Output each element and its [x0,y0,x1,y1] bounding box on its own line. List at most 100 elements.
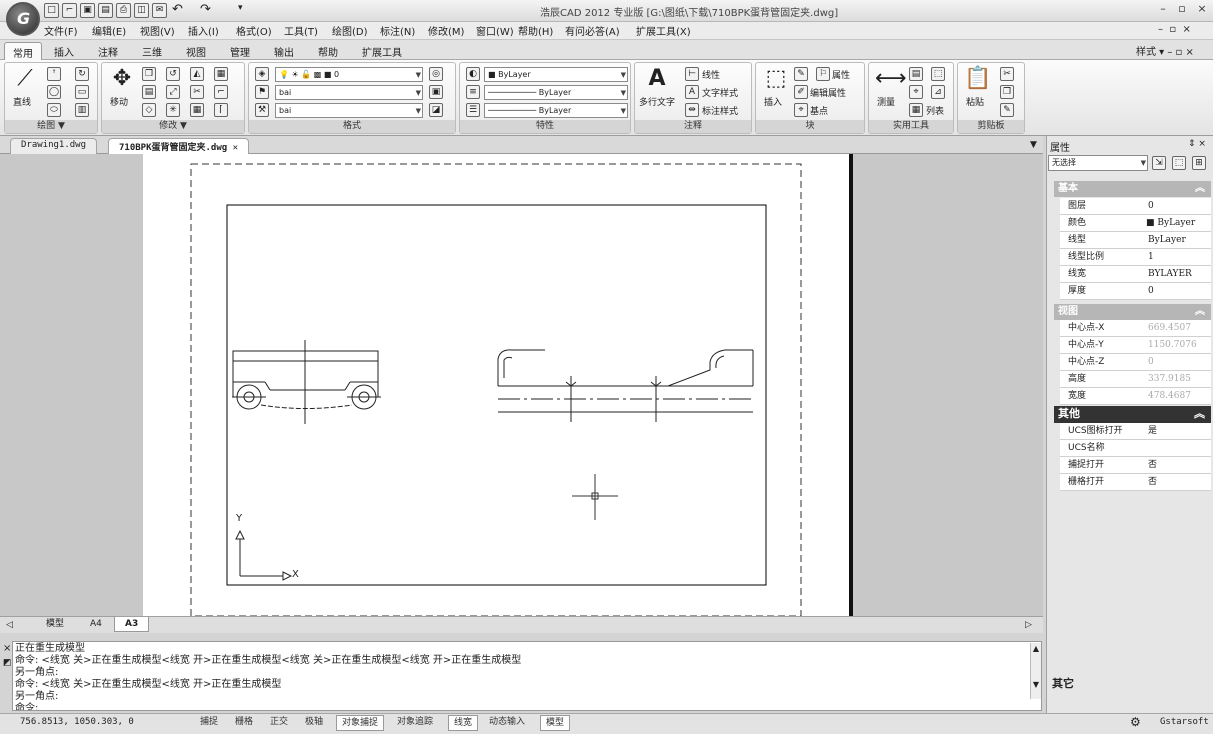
circle-icon[interactable]: ◯ [47,85,61,99]
prop-row[interactable]: 捕捉打开否 [1060,457,1211,474]
dim-style-icon[interactable]: ⇹ [685,103,699,117]
doc-tab-active[interactable]: 710BPK蛋背管固定夹.dwg ✕ [108,138,250,154]
ribbon-style-selector[interactable]: 样式 ▾ – ▫ × [1136,43,1194,58]
line-label[interactable]: 直线 [13,95,31,108]
prop-row[interactable]: UCS图标打开是 [1060,423,1211,440]
basepoint-label[interactable]: 基点 [810,104,828,117]
prop-row[interactable]: UCS名称 [1060,440,1211,457]
app-logo-icon[interactable]: G [6,2,40,36]
line-icon[interactable]: ⟋ [11,65,39,93]
offset-icon[interactable]: ▦ [190,103,204,117]
select-objects-icon[interactable]: ⬚ [1172,156,1186,170]
tab-home[interactable]: 常用 [4,42,42,60]
linetype-icon[interactable]: ≡ [466,85,480,99]
publish-icon[interactable]: ✉ [152,3,167,18]
attribute-icon[interactable]: ⚐ [816,67,830,81]
polyline-icon[interactable]: ꜛ [47,67,61,81]
panel-modify-title[interactable]: 修改 ▼ [102,120,244,133]
menu-dimension[interactable]: 标注(N) [380,23,415,38]
stretch-icon[interactable]: ▤ [142,85,156,99]
command-options-icon[interactable]: ◩ [3,658,12,668]
section-view-header[interactable]: 视图 ︽ [1054,304,1211,320]
explode-icon[interactable]: ✳ [166,103,180,117]
close-tab-icon[interactable]: ✕ [233,143,238,153]
prop-row[interactable]: 栅格打开否 [1060,474,1211,491]
menu-window[interactable]: 窗口(W) [476,23,514,38]
edit-attribute-label[interactable]: 编辑属性 [810,86,846,99]
select-all-icon[interactable]: ⬚ [931,67,945,81]
status-snap[interactable]: 捕捉 [195,715,223,731]
menu-tools[interactable]: 工具(T) [284,23,318,38]
match-properties-icon[interactable]: ✎ [1000,103,1014,117]
command-scrollbar[interactable]: ▲ ▼ [1030,643,1041,699]
color-icon[interactable]: ◐ [466,67,480,81]
status-polar[interactable]: 极轴 [300,715,328,731]
mtext-label[interactable]: 多行文字 [639,95,675,108]
layer-walk-icon[interactable]: ▣ [429,85,443,99]
measure-icon[interactable]: ⟷ [875,65,907,93]
linetype-combo[interactable]: ────────── ByLayer ▼ [484,85,628,100]
layout-tab-a4[interactable]: A4 [80,617,112,632]
menu-insert[interactable]: 插入(I) [188,23,219,38]
tab-output[interactable]: 输出 [266,42,302,60]
prop-row[interactable]: 厚度 0 [1060,283,1211,300]
rotate-arc-icon[interactable]: ↻ [75,67,89,81]
print-icon[interactable]: ⎙ [116,3,131,18]
ellipse-icon[interactable]: ⬭ [47,103,61,117]
preview-icon[interactable]: ◫ [134,3,149,18]
drawing-svg[interactable] [0,154,1043,616]
layer-properties-icon[interactable]: ◈ [255,67,269,81]
layer-tools-icon[interactable]: ◎ [429,67,443,81]
saveas-icon[interactable]: ▤ [98,3,113,18]
command-window[interactable]: 正在重生成模型 命令: <线宽 关>正在重生成模型<线宽 开>正在重生成模型<线… [12,641,1042,711]
trim-icon[interactable]: ✂ [190,85,204,99]
tab-insert[interactable]: 插入 [46,42,82,60]
hatch-icon[interactable]: ▥ [75,103,89,117]
write-block-icon[interactable]: ✐ [794,85,808,99]
tab-annotate[interactable]: 注释 [90,42,126,60]
layer-isolate-icon[interactable]: ◪ [429,103,443,117]
rotate-icon[interactable]: ↺ [166,67,180,81]
menu-draw[interactable]: 绘图(D) [332,23,368,38]
chamfer-icon[interactable]: ⌈ [214,103,228,117]
erase-icon[interactable]: ◇ [142,103,156,117]
attribute-label[interactable]: 属性 [832,68,850,81]
prop-row[interactable]: 颜色 ■ ByLayer [1060,215,1211,232]
prop-row[interactable]: 线宽 BYLAYER [1060,266,1211,283]
settings-icon[interactable]: ⚙ [1130,715,1141,729]
copy-icon[interactable]: ❐ [142,67,156,81]
menu-file[interactable]: 文件(F) [44,23,78,38]
toggle-pickadd-icon[interactable]: ⇲ [1152,156,1166,170]
insert-block-icon[interactable]: ⬚ [762,65,790,93]
tab-scroll-left-icon[interactable]: ◁ [6,620,13,630]
scale-icon[interactable]: ⤢ [166,85,180,99]
tab-manage[interactable]: 管理 [222,42,258,60]
prop-row[interactable]: 线型比例 1 [1060,249,1211,266]
dim-style-combo[interactable]: bai ▼ [275,103,423,118]
tab-extend[interactable]: 扩展工具 [354,42,410,60]
doc-window-controls[interactable]: – ▫ × [1158,24,1191,35]
status-model[interactable]: 模型 [540,715,571,731]
prop-row[interactable]: 线型 ByLayer [1060,232,1211,249]
section-other-header[interactable]: 其他 ︽ [1054,406,1211,423]
fillet-icon[interactable]: ⌐ [214,85,228,99]
list-icon[interactable]: ▦ [909,103,923,117]
status-osnap[interactable]: 对象捕捉 [336,715,385,731]
move-icon[interactable]: ✥ [108,65,136,93]
close-command-icon[interactable]: × [3,643,11,654]
create-block-icon[interactable]: ✎ [794,67,808,81]
text-style-icon[interactable]: A [685,85,699,99]
status-ortho[interactable]: 正交 [265,715,293,731]
new-icon[interactable]: □ [44,3,59,18]
tab-3d[interactable]: 三维 [134,42,170,60]
prop-row[interactable]: 图层 0 [1060,198,1211,215]
menu-help[interactable]: 帮助(H) [518,23,553,38]
open-icon[interactable]: ⌐ [62,3,77,18]
palette-controls[interactable]: ⇕ × [1188,139,1206,149]
quick-select-icon[interactable]: ⊞ [1192,156,1206,170]
tab-help[interactable]: 帮助 [310,42,346,60]
restore-button[interactable]: ▫ [1174,1,1190,17]
menu-format[interactable]: 格式(O) [236,23,272,38]
linear-dim-label[interactable]: 线性 [702,68,720,81]
undo-icon[interactable]: ↶ [172,2,183,17]
